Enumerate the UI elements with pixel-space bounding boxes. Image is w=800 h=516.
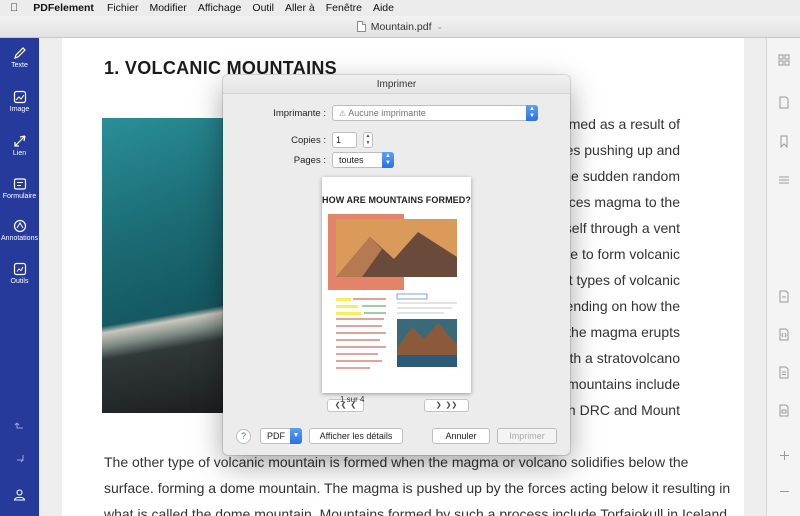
- window-title[interactable]: Mountain.pdf: [371, 21, 432, 33]
- file-compress-icon: [779, 328, 789, 341]
- thumbnails-button[interactable]: [767, 54, 800, 66]
- printer-select[interactable]: ⚠ Aucune imprimante ▲ ▼: [332, 105, 538, 121]
- account-button[interactable]: [0, 488, 39, 501]
- right-panel-bar: [766, 38, 800, 516]
- grid-icon: [778, 54, 790, 66]
- plus-icon: [779, 451, 789, 460]
- left-toolbar: Texte Image Lien Formulaire Annotations …: [0, 38, 39, 516]
- window-title-bar: Mountain.pdf ⌄: [0, 16, 800, 38]
- undo-button[interactable]: [0, 420, 39, 432]
- tool-image-label: Image: [9, 106, 30, 113]
- file-text-icon: [779, 366, 789, 379]
- tool-image[interactable]: Image: [0, 90, 39, 132]
- menu-help[interactable]: Aide: [373, 2, 394, 14]
- undo-icon: [14, 422, 23, 429]
- minus-icon: [779, 491, 789, 492]
- menu-app-name[interactable]: PDFelement: [33, 2, 94, 14]
- stepper-arrows-icon: ▲ ▼: [526, 105, 538, 121]
- protect-button[interactable]: [767, 404, 800, 417]
- body-line: what is called the dome mountain. Mounta…: [104, 506, 728, 516]
- outline-button[interactable]: [767, 174, 800, 186]
- bookmarks-button[interactable]: [767, 135, 800, 148]
- user-icon: [13, 489, 26, 501]
- cancel-button[interactable]: Annuler: [432, 428, 490, 444]
- tool-text-label: Texte: [11, 62, 28, 69]
- tool-tools[interactable]: Outils: [0, 262, 39, 304]
- copies-label: Copies :: [291, 135, 326, 146]
- compress-button[interactable]: [767, 328, 800, 341]
- menu-window[interactable]: Fenêtre: [326, 2, 362, 14]
- tool-form[interactable]: Formulaire: [0, 177, 39, 219]
- warning-icon: ⚠: [339, 109, 347, 118]
- print-dialog: Imprimer Imprimante : ⚠ Aucune imprimant…: [223, 75, 570, 455]
- pages-select[interactable]: toutes ▲ ▼: [332, 152, 394, 168]
- tool-tools-label: Outils: [10, 278, 29, 285]
- apple-icon[interactable]: : [10, 2, 18, 14]
- tool-annotations-label: Annotations: [1, 235, 38, 242]
- list-icon: [779, 176, 789, 184]
- tool-link-label: Lien: [12, 150, 27, 157]
- body-line: The other type of volcanic mountain is f…: [104, 454, 689, 470]
- pages-value: toutes: [339, 155, 364, 165]
- annotation-icon: [13, 219, 26, 233]
- body-line: ormed as a result of: [556, 116, 680, 132]
- zoom-in-button[interactable]: [767, 450, 800, 461]
- file-convert-icon: [779, 290, 789, 303]
- page-indicator: 1 sur 4: [340, 395, 365, 404]
- chevron-down-icon[interactable]: ⌄: [437, 22, 444, 31]
- menu-tool[interactable]: Outil: [252, 2, 274, 14]
- preview-illustration: [328, 214, 457, 369]
- page-icon: [779, 96, 789, 109]
- pencil-icon: [13, 47, 26, 59]
- page-panel-button[interactable]: [767, 96, 800, 109]
- menu-bar:  PDFelement Fichier Modifier Affichage …: [0, 0, 800, 16]
- body-line: rces magma to the: [564, 194, 680, 210]
- body-line: face to form volcanic: [551, 246, 680, 262]
- printer-label: Imprimante :: [273, 108, 326, 119]
- menu-view[interactable]: Affichage: [198, 2, 242, 14]
- next-page-button[interactable]: ❯ ❯❯: [424, 399, 469, 412]
- tool-text[interactable]: Texte: [0, 46, 39, 88]
- zoom-out-button[interactable]: [767, 486, 800, 497]
- bookmark-icon: [780, 135, 788, 148]
- image-icon: [13, 90, 26, 104]
- tool-annotations[interactable]: Annotations: [0, 219, 39, 261]
- menu-go[interactable]: Aller à: [285, 2, 315, 14]
- print-preview: HOW ARE MOUNTAINS FORMED?: [322, 177, 471, 393]
- redo-icon: [16, 455, 23, 463]
- file-lock-icon: [779, 404, 789, 417]
- form-icon: [13, 178, 26, 190]
- body-line: surface. forming a dome mountain. The ma…: [104, 480, 731, 496]
- tool-link[interactable]: Lien: [0, 134, 39, 176]
- tools-icon: [13, 262, 26, 276]
- pages-label: Pages :: [293, 155, 326, 166]
- body-line: ates pushing up and: [553, 142, 680, 158]
- menu-edit[interactable]: Modifier: [149, 2, 186, 14]
- pdf-button-label: PDF: [267, 431, 285, 441]
- copies-field[interactable]: 1: [332, 132, 357, 148]
- chevron-down-icon: ▼: [290, 428, 302, 444]
- redo-button[interactable]: [0, 452, 39, 464]
- printer-value: Aucune imprimante: [348, 108, 426, 118]
- pdf-menu-button[interactable]: PDF ▼: [260, 428, 302, 444]
- convert-button[interactable]: [767, 290, 800, 303]
- pdf-file-icon: [356, 21, 366, 32]
- stepper-arrows-icon: ▲ ▼: [382, 152, 394, 168]
- tool-form-label: Formulaire: [2, 193, 37, 200]
- ocr-button[interactable]: [767, 366, 800, 379]
- menu-file[interactable]: Fichier: [107, 2, 139, 14]
- copies-stepper[interactable]: ▲ ▼: [363, 132, 373, 148]
- link-icon: [13, 135, 26, 147]
- show-details-button[interactable]: Afficher les détails: [309, 428, 403, 444]
- print-button[interactable]: Imprimer: [497, 428, 557, 444]
- dialog-title: Imprimer: [223, 75, 570, 94]
- help-button[interactable]: ?: [236, 429, 251, 444]
